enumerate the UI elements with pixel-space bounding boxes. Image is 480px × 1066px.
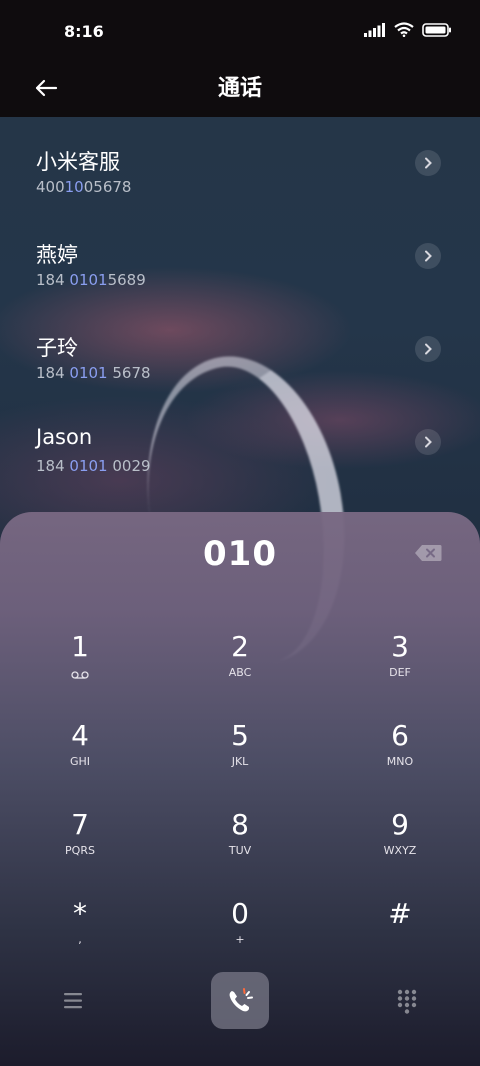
contact-detail-button[interactable] xyxy=(415,150,441,176)
number-prefix: 184 xyxy=(36,271,70,289)
number-suffix: 5689 xyxy=(107,271,146,289)
key-6[interactable]: 6 MNO xyxy=(340,719,460,789)
contact-detail-button[interactable] xyxy=(415,243,441,269)
key-digit: 6 xyxy=(391,719,409,752)
key-letters: ABC xyxy=(228,666,252,679)
key-digit: 9 xyxy=(391,808,409,841)
dialer-bottom-bar xyxy=(0,972,480,1032)
contact-detail-button[interactable] xyxy=(415,336,441,362)
contact-number: 184 0101 0029 xyxy=(36,457,151,475)
key-3[interactable]: 3 DEF xyxy=(340,630,460,700)
number-suffix: 0029 xyxy=(107,457,151,475)
key-7[interactable]: 7 PQRS xyxy=(20,808,140,878)
number-prefix: 184 xyxy=(36,364,70,382)
chevron-right-icon xyxy=(425,343,432,355)
key-letters: GHI xyxy=(69,755,91,768)
key-digit: 1 xyxy=(71,630,89,663)
app-bar: 通话 xyxy=(0,62,480,117)
key-digit: 8 xyxy=(231,808,249,841)
number-suffix: 5678 xyxy=(107,364,151,382)
key-1[interactable]: 1 xyxy=(20,630,140,700)
contact-name: 子玲 xyxy=(36,336,78,360)
key-5[interactable]: 5 JKL xyxy=(180,719,300,789)
key-letters: WXYZ xyxy=(383,844,417,857)
wifi-icon xyxy=(394,22,414,37)
key-star[interactable]: * , xyxy=(20,897,140,967)
signal-icon xyxy=(364,22,385,37)
number-prefix: 400 xyxy=(36,178,65,196)
key-digit: 7 xyxy=(71,808,89,841)
contact-name: 小米客服 xyxy=(36,150,120,174)
page-title: 通话 xyxy=(217,76,262,101)
number-match-highlight: 0101 xyxy=(69,271,108,289)
status-icons xyxy=(364,22,452,37)
key-hash[interactable]: # xyxy=(340,897,460,967)
key-digit: * xyxy=(73,897,87,930)
contact-number: 4001005678 xyxy=(36,178,131,196)
contact-detail-button[interactable] xyxy=(415,429,441,455)
number-match-highlight: 0101 xyxy=(69,364,108,382)
key-letters: MNO xyxy=(386,755,414,768)
contact-suggestion-list: 小米客服 4001005678 燕婷 184 01015689 子玲 184 0… xyxy=(0,130,480,502)
key-0[interactable]: 0 + xyxy=(180,897,300,967)
status-time: 8:16 xyxy=(64,22,104,41)
key-letters: , xyxy=(78,933,82,946)
chevron-right-icon xyxy=(425,157,432,169)
number-match-highlight: 0101 xyxy=(69,457,108,475)
contact-number: 184 01015689 xyxy=(36,271,146,289)
key-2[interactable]: 2 ABC xyxy=(180,630,300,700)
dialed-number-display[interactable]: 010 xyxy=(0,534,480,574)
dialpad-icon[interactable] xyxy=(396,988,418,1014)
key-letters: TUV xyxy=(228,844,252,857)
voicemail-icon xyxy=(71,671,89,679)
number-prefix: 184 xyxy=(36,457,70,475)
contact-number: 184 0101 5678 xyxy=(36,364,151,382)
key-digit: 5 xyxy=(231,719,249,752)
key-8[interactable]: 8 TUV xyxy=(180,808,300,878)
dialpad-panel: 010 1 2 ABC 3 DEF 4 GHI 5 JKL 6 MNO 7 PQ… xyxy=(0,512,480,1066)
key-4[interactable]: 4 GHI xyxy=(20,719,140,789)
number-match-highlight: 10 xyxy=(64,178,84,196)
key-letters: + xyxy=(235,933,245,946)
key-digit: 4 xyxy=(71,719,89,752)
contact-name: Jason xyxy=(36,425,93,449)
contact-item[interactable]: 小米客服 4001005678 xyxy=(0,130,480,223)
key-letters: PQRS xyxy=(65,844,95,857)
call-icon xyxy=(229,987,253,1011)
key-letters: DEF xyxy=(389,666,411,679)
key-letters: JKL xyxy=(231,755,249,768)
chevron-right-icon xyxy=(425,436,432,448)
key-digit: 0 xyxy=(231,897,249,930)
key-digit: 3 xyxy=(391,630,409,663)
key-9[interactable]: 9 WXYZ xyxy=(340,808,460,878)
contact-item[interactable]: Jason 184 0101 0029 xyxy=(0,409,480,502)
contact-name: 燕婷 xyxy=(36,243,78,267)
key-digit: # xyxy=(388,897,412,930)
backspace-icon[interactable] xyxy=(414,544,442,562)
call-button[interactable] xyxy=(211,972,269,1029)
chevron-right-icon xyxy=(425,250,432,262)
contact-item[interactable]: 燕婷 184 01015689 xyxy=(0,223,480,316)
key-digit: 2 xyxy=(231,630,249,663)
menu-icon[interactable] xyxy=(60,990,86,1012)
contact-item[interactable]: 子玲 184 0101 5678 xyxy=(0,316,480,409)
battery-icon xyxy=(422,22,451,37)
status-bar: 8:16 xyxy=(0,0,480,62)
number-suffix: 05678 xyxy=(83,178,132,196)
